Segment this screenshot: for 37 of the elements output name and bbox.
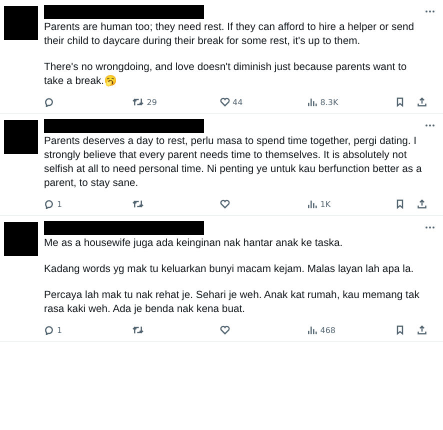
stat-count: 1K (320, 200, 331, 208)
repost-icon[interactable] (132, 325, 144, 335)
reply-icon[interactable] (44, 97, 54, 107)
heart-icon[interactable] (220, 97, 230, 107)
views-icon[interactable] (307, 97, 318, 107)
reply-icon[interactable] (44, 325, 54, 335)
bookmark-icon[interactable] (395, 325, 405, 335)
post-text: Me as a housewife juga ada keinginan nak hantar anak ke taska. (44, 237, 344, 251)
repost-icon[interactable] (132, 97, 144, 107)
share-icon[interactable] (417, 199, 427, 209)
views-icon[interactable] (307, 199, 318, 209)
reply-icon[interactable] (44, 199, 54, 209)
stat-count: 44 (232, 98, 243, 106)
redacted-avatar (4, 222, 38, 256)
more-icon[interactable] (425, 10, 435, 13)
post-text: Percaya lah mak tu nak rehat je. Sehari je weh. Anak kat rumah, kau memang tak rasa kaki weh. Ada je benda nak kena buat. (44, 289, 420, 317)
stat-count: 1 (57, 326, 62, 334)
repost-icon[interactable] (132, 199, 144, 209)
heart-icon[interactable] (220, 199, 230, 209)
heart-icon[interactable] (220, 325, 230, 335)
redacted-avatar (4, 6, 38, 40)
views-icon[interactable] (307, 325, 318, 335)
post-text: Parents are human too; they need rest. If they can afford to hire a helper or send their child to daycare during their break for some rest, it's up to them. (44, 21, 416, 49)
stat-count: 8.3K (320, 98, 338, 106)
more-icon[interactable] (425, 124, 435, 127)
stat-count: 29 (146, 98, 157, 106)
bookmark-icon[interactable] (395, 199, 405, 209)
stat-count: 1 (57, 200, 62, 208)
post-text: There's no wrongdoing, and love doesn't diminish just because parents want to take a break.🥱 (44, 61, 408, 89)
stat-count: 468 (320, 326, 336, 334)
share-icon[interactable] (417, 325, 427, 335)
share-icon[interactable] (417, 97, 427, 107)
bookmark-icon[interactable] (395, 97, 405, 107)
more-icon[interactable] (425, 226, 435, 229)
redacted-avatar (4, 120, 38, 154)
post-text: Kadang words yg mak tu keluarkan bunyi macam kejam. Malas layan lah apa la. (44, 263, 415, 277)
post-text: Parents deserves a day to rest, perlu masa to spend time together, pergi dating. I strongly believe that every parent needs time to themselves. It is absolutely not selfish at all to need personal time. Ni penting ye untuk kau berfunction better as a parent, to stay sane. (44, 135, 423, 191)
